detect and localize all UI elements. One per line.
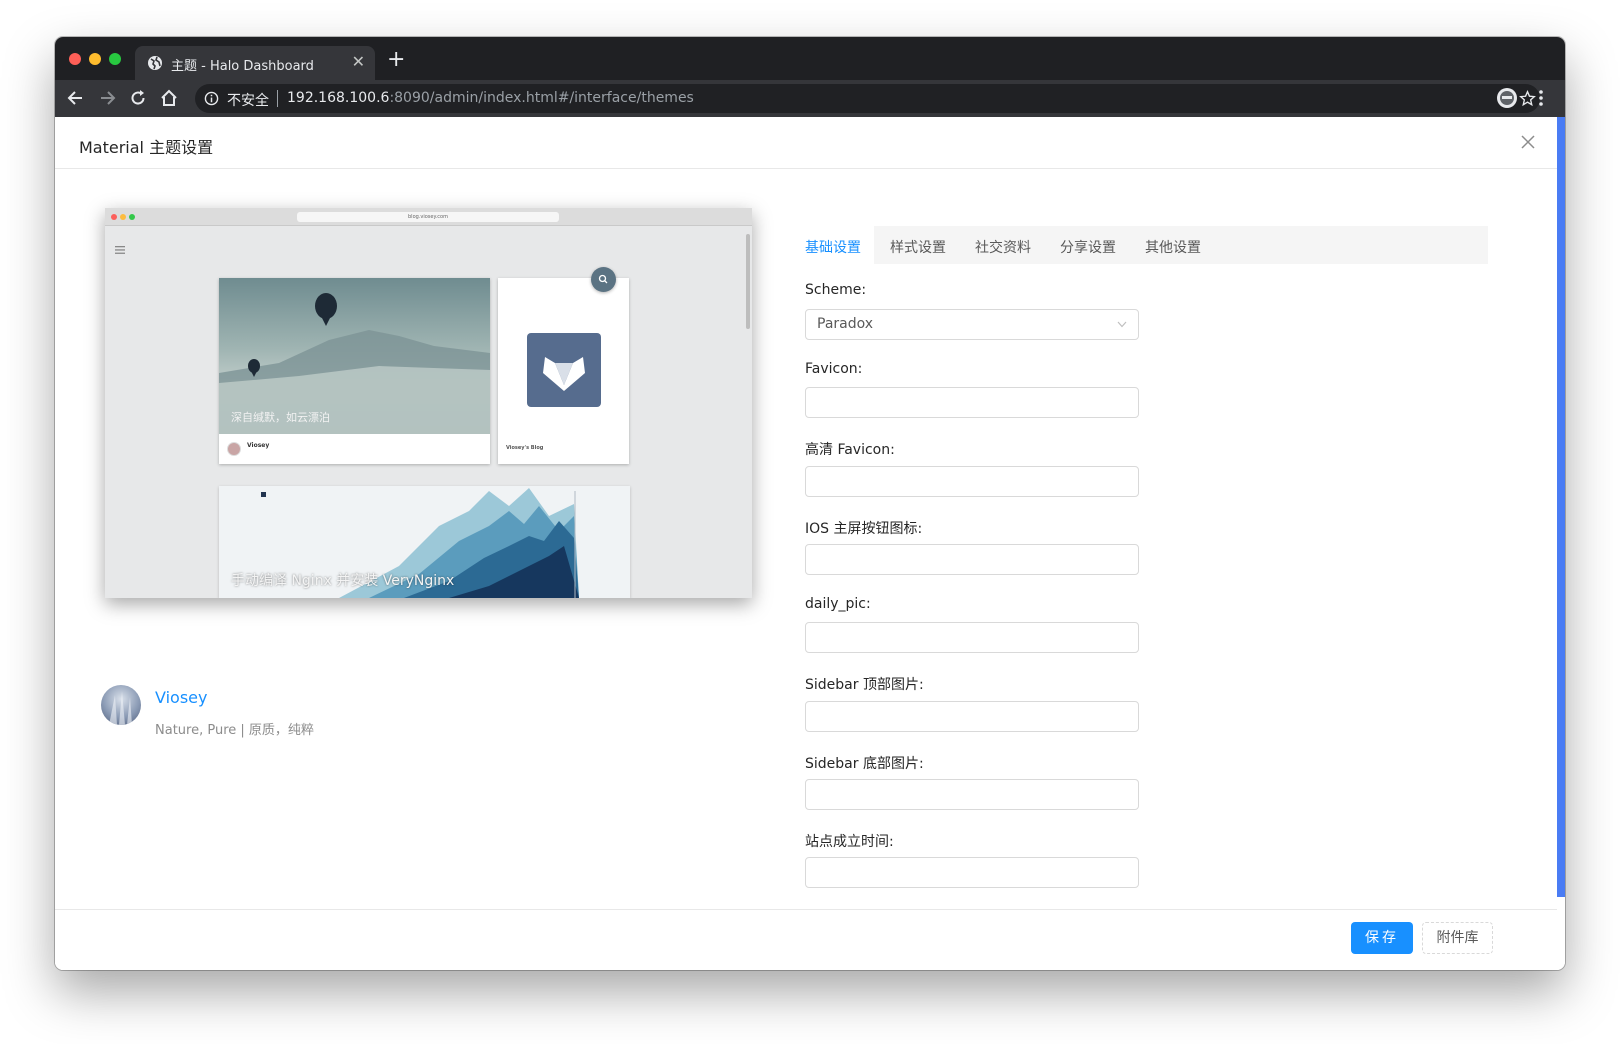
preview-post-card-wave: 手动编译 Nginx 并安装 VeryNginx [219,486,630,598]
preview-blog-card: Viosey's Blog [498,278,629,464]
tab-share-settings[interactable]: 分享设置 [1060,237,1116,257]
favicon-input[interactable] [805,387,1139,418]
preview-author-avatar [227,442,241,456]
url-separator [277,90,278,107]
modal-title: Material 主题设置 [79,138,214,157]
sidebar-bottom-image-input[interactable] [805,779,1139,810]
profile-avatar-icon[interactable] [1496,87,1518,109]
info-icon[interactable] [204,91,219,106]
site-founded-input[interactable] [805,857,1139,888]
preview-dot [120,214,126,220]
theme-description: Nature, Pure | 原质，纯粹 [155,723,314,738]
hamburger-menu-icon [115,246,125,254]
new-tab-button[interactable]: + [387,47,405,72]
chevron-down-icon [1117,321,1127,328]
tab-social-profile[interactable]: 社交资料 [975,237,1031,257]
preview-post-caption: 深自缄默，如云漂泊 [231,411,330,424]
preview-url: blog.viosey.com [297,212,559,222]
preview-scrollbar [746,234,750,329]
sidebar-top-image-input[interactable] [805,701,1139,732]
preview-dot [111,214,117,220]
globe-icon [148,56,162,70]
zoom-window-button[interactable] [109,53,121,65]
preview-browser-bar: blog.viosey.com [105,208,752,226]
browser-tab-strip: 主题 - Halo Dashboard ✕ + [55,37,1565,80]
more-vert-icon[interactable] [1538,89,1544,107]
scheme-select-value: Paradox [817,316,874,332]
scheme-select[interactable]: Paradox [805,309,1139,340]
reload-icon[interactable] [128,88,148,108]
gitlab-fox-logo [527,333,601,407]
modal-footer: 保存 附件库 [55,909,1557,970]
site-founded-label: 站点成立时间: [805,834,894,850]
url-path: :8090/admin/index.html#/interface/themes [389,90,694,106]
favicon-label: Favicon: [805,361,863,377]
tab-title: 主题 - Halo Dashboard [171,59,314,74]
browser-tab[interactable]: 主题 - Halo Dashboard ✕ [135,46,375,80]
tab-style-settings[interactable]: 样式设置 [890,237,946,257]
settings-tabs: 基础设置 样式设置 社交资料 分享设置 其他设置 [791,226,1488,264]
forward-arrow-icon[interactable] [97,88,117,108]
theme-preview-image: blog.viosey.com 深自缄默，如云漂泊 Viosey Viosey'… [105,208,752,598]
daily-pic-input[interactable] [805,622,1139,653]
attachments-button[interactable]: 附件库 [1422,922,1493,954]
author-avatar [101,685,141,725]
preview-post-caption-2: 手动编译 Nginx 并安装 VeryNginx [231,573,455,589]
back-arrow-icon[interactable] [66,88,86,108]
sidebar-top-image-label: Sidebar 顶部图片: [805,677,924,693]
hd-favicon-label: 高清 Favicon: [805,442,895,458]
url-host: 192.168.100.6 [287,90,390,106]
tab-basic-settings[interactable]: 基础设置 [805,237,861,257]
security-label: 不安全 [227,93,269,109]
minimize-window-button[interactable] [89,53,101,65]
preview-post-card: 深自缄默，如云漂泊 Viosey [219,278,490,464]
scheme-label: Scheme: [805,282,867,298]
ios-icon-input[interactable] [805,544,1139,575]
sidebar-bottom-image-label: Sidebar 底部图片: [805,756,924,772]
bookmark-star-icon[interactable] [1519,90,1536,107]
close-window-button[interactable] [69,53,81,65]
close-icon[interactable] [1521,135,1535,149]
page-content: Material 主题设置 blog.viosey.com 深自缄默，如云漂泊 … [55,117,1565,970]
tab-close-icon[interactable]: ✕ [352,52,365,71]
search-icon [591,267,616,292]
address-bar[interactable]: 不安全 192.168.100.6:8090/admin/index.html#… [195,84,1540,113]
save-button[interactable]: 保存 [1351,922,1413,954]
author-link[interactable]: Viosey [155,688,207,707]
modal-header: Material 主题设置 [55,117,1557,169]
tab-other-settings[interactable]: 其他设置 [1145,237,1201,257]
url-text: 192.168.100.6:8090/admin/index.html#/int… [287,90,694,106]
ios-icon-label: IOS 主屏按钮图标: [805,521,923,537]
browser-window: 主题 - Halo Dashboard ✕ + 不安全 192.168.100.… [55,37,1565,970]
preview-dot [129,214,135,220]
hd-favicon-input[interactable] [805,466,1139,497]
daily-pic-label: daily_pic: [805,596,871,612]
page-scrollbar[interactable] [1557,117,1565,897]
preview-blog-name: Viosey's Blog [506,445,544,451]
browser-toolbar: 不安全 192.168.100.6:8090/admin/index.html#… [55,80,1565,117]
preview-author-name: Viosey [247,442,270,449]
home-icon[interactable] [159,88,179,108]
